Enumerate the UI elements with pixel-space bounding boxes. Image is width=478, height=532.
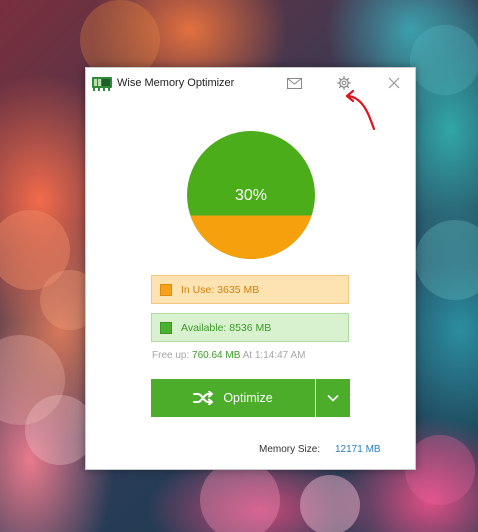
- in-use-row: In Use: 3635 MB: [151, 275, 349, 304]
- close-icon: [388, 77, 400, 89]
- app-logo-icon: [92, 75, 112, 91]
- window-title: Wise Memory Optimizer: [117, 77, 235, 89]
- in-use-text: In Use: 3635 MB: [181, 283, 260, 296]
- free-up-label: Free up:: [152, 350, 190, 361]
- chevron-down-icon: [327, 394, 339, 402]
- mail-button[interactable]: [283, 73, 305, 93]
- close-button[interactable]: [383, 73, 405, 93]
- optimize-button[interactable]: Optimize: [151, 379, 315, 417]
- free-up-value: 760.64 MB: [192, 350, 241, 361]
- mail-icon: [286, 77, 302, 89]
- red-arrow-icon: [345, 89, 376, 131]
- at-label: At: [242, 350, 253, 361]
- shuffle-icon: [193, 391, 215, 405]
- pie-in-use-slice: [190, 215, 312, 259]
- free-up-time: 1:14:47 AM: [254, 350, 306, 361]
- memory-pie-chart: 30%: [187, 131, 315, 259]
- pie-percent-label: 30%: [235, 187, 267, 204]
- free-up-status: Free up: 760.64 MB At 1:14:47 AM: [152, 350, 305, 361]
- memory-size-label: Memory Size:: [259, 444, 321, 455]
- memory-size-value: 12171 MB: [335, 444, 381, 455]
- available-swatch: [160, 321, 172, 334]
- available-row: Available: 8536 MB: [151, 313, 349, 342]
- optimize-label: Optimize: [223, 391, 273, 405]
- optimize-dropdown-button[interactable]: [316, 379, 350, 417]
- in-use-swatch: [160, 283, 172, 296]
- available-text: Available: 8536 MB: [181, 321, 272, 334]
